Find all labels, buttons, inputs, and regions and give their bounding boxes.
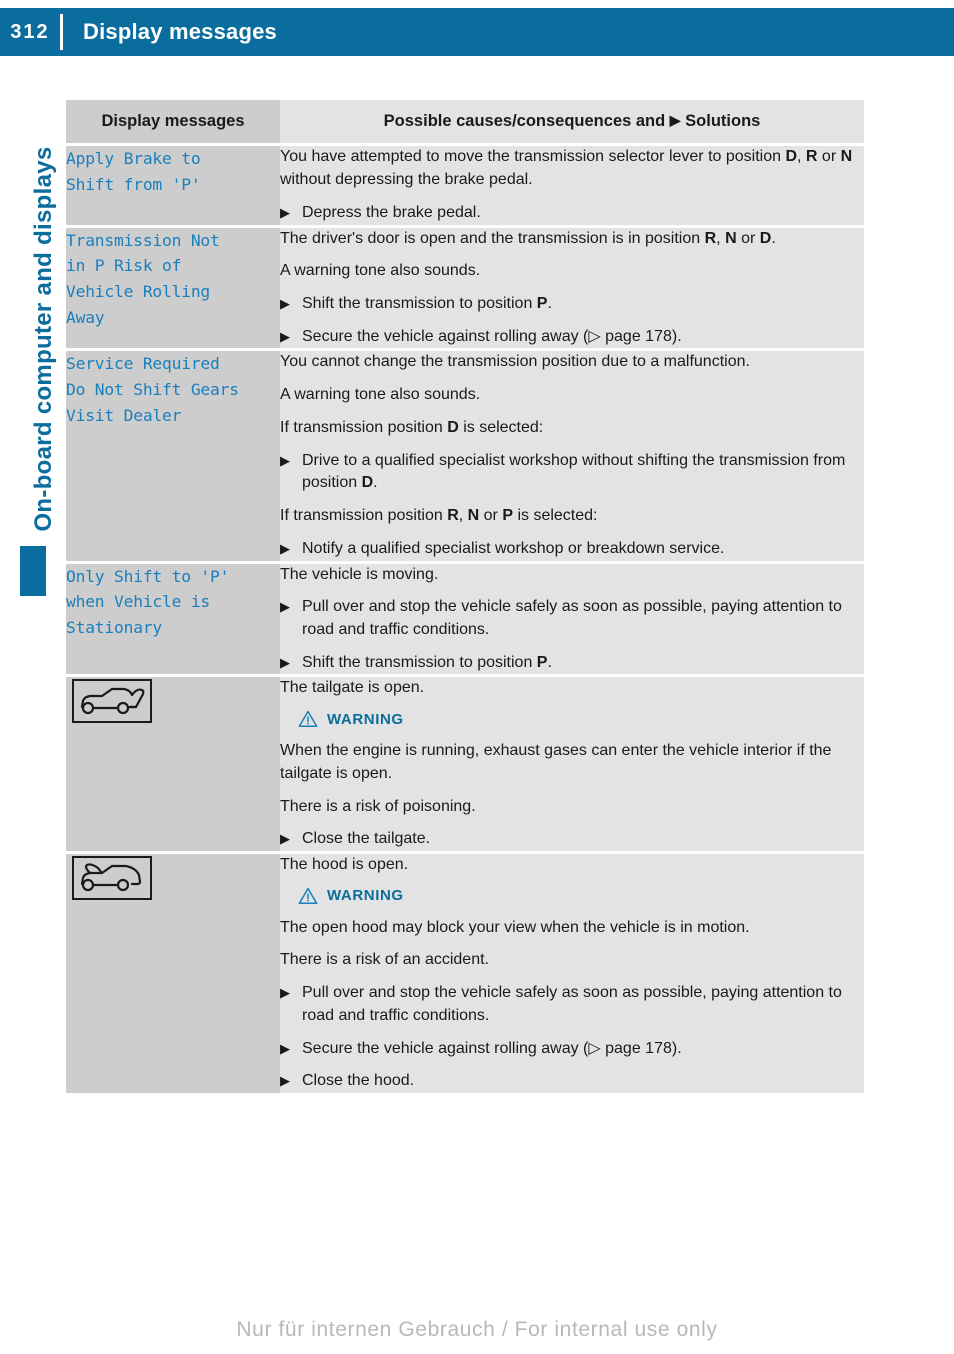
warning-triangle-icon: [298, 710, 318, 728]
causes-and-solutions-cell: The driver's door is open and the transm…: [280, 226, 864, 352]
solution-step: ▶ Notify a qualified specialist workshop …: [280, 538, 864, 561]
table-row: Service Required Do Not Shift Gears Visi…: [66, 349, 864, 564]
page-number: 312: [10, 20, 50, 43]
display-message-text: Transmission Not in P Risk of Vehicle Ro…: [66, 230, 220, 327]
chapter-tab-marker: [20, 546, 46, 596]
cause-paragraph: When the engine is running, exhaust gase…: [280, 742, 832, 782]
column-header-display-messages: Display messages: [66, 100, 280, 147]
table-row: Transmission Not in P Risk of Vehicle Ro…: [66, 226, 864, 352]
column-header-right-label: Possible causes/consequences and ▶ Solut…: [383, 112, 761, 130]
warning-notice-header: WARNING: [298, 710, 864, 728]
display-message-cell: [66, 852, 280, 1093]
cause-paragraph: You cannot change the transmission posit…: [280, 353, 750, 371]
display-message-text: Only Shift to 'P' when Vehicle is Statio…: [66, 566, 230, 637]
display-message-cell: Service Required Do Not Shift Gears Visi…: [66, 349, 280, 564]
cause-paragraph: If transmission position R, N or P is se…: [280, 507, 598, 525]
causes-and-solutions-cell: You have attempted to move the transmiss…: [280, 144, 864, 228]
warning-label: WARNING: [327, 710, 404, 728]
causes-and-solutions-cell: The hood is open. WARNING The open hood m…: [280, 852, 864, 1093]
solution-step: ▶ Pull over and stop the vehicle safely a…: [280, 598, 842, 638]
solution-arrow-icon: ▶: [280, 452, 290, 468]
cause-paragraph: The hood is open.: [280, 855, 409, 873]
solution-arrow-icon: ▶: [280, 540, 290, 556]
solution-step: ▶ Close the tailgate.: [280, 828, 864, 851]
column-header-left-label: Display messages: [101, 112, 245, 130]
solution-arrow-icon: ▶: [280, 296, 290, 312]
display-message-cell: Transmission Not in P Risk of Vehicle Ro…: [66, 226, 280, 352]
page-title: Display messages: [83, 19, 277, 44]
cause-paragraph: If transmission position D is selected:: [280, 418, 544, 436]
solution-step: ▶ Close the hood.: [280, 1070, 864, 1093]
display-message-cell: Only Shift to 'P' when Vehicle is Statio…: [66, 562, 280, 678]
solution-arrow-icon: ▶: [280, 831, 290, 847]
tailgate-open-icon: [72, 679, 152, 724]
solution-step: ▶ Secure the vehicle against rolling away…: [280, 326, 864, 349]
cause-paragraph: The open hood may block your view when t…: [280, 918, 750, 936]
solutions-arrow-icon: ▶: [669, 112, 681, 128]
solution-arrow-icon: ▶: [280, 328, 290, 344]
hood-open-icon: [72, 855, 152, 900]
column-header-solutions: Possible causes/consequences and ▶ Solut…: [280, 100, 864, 147]
cause-paragraph: The driver's door is open and the transm…: [280, 229, 776, 247]
warning-notice-header: WARNING: [298, 887, 864, 905]
solution-arrow-icon: ▶: [280, 1040, 290, 1056]
solution-step: ▶ Shift the transmission to position P.: [280, 652, 864, 675]
solution-arrow-icon: ▶: [280, 204, 290, 220]
cause-paragraph: You have attempted to move the transmiss…: [280, 148, 853, 189]
solution-step: ▶ Secure the vehicle against rolling away…: [280, 1038, 864, 1061]
table-row: Only Shift to 'P' when Vehicle is Statio…: [66, 562, 864, 678]
display-messages-table: Display messages Possible causes/consequ…: [66, 100, 864, 1093]
cause-paragraph: The tailgate is open.: [280, 679, 425, 697]
table-row: The hood is open. WARNING The open hood m…: [66, 852, 864, 1093]
cause-paragraph: The vehicle is moving.: [280, 565, 439, 583]
display-message-text: Service Required Do Not Shift Gears Visi…: [66, 354, 239, 425]
table-row: The tailgate is open. WARNING When the en…: [66, 675, 864, 854]
causes-and-solutions-cell: You cannot change the transmission posit…: [280, 349, 864, 564]
internal-use-notice: Nur für internen Gebrauch / For internal…: [236, 1318, 718, 1341]
solution-step: ▶ Depress the brake pedal.: [280, 202, 864, 225]
warning-triangle-icon: [298, 887, 318, 904]
display-message-cell: [66, 675, 280, 854]
solution-step: ▶ Shift the transmission to position P.: [280, 293, 864, 316]
solution-arrow-icon: ▶: [280, 599, 290, 615]
cause-paragraph: There is a risk of poisoning.: [280, 797, 476, 815]
cause-paragraph: A warning tone also sounds.: [280, 386, 481, 404]
cause-paragraph: There is a risk of an accident.: [280, 951, 489, 969]
chapter-side-label: On-board computer and displays: [30, 146, 57, 532]
display-message-text: Apply Brake to Shift from 'P': [66, 149, 201, 195]
page-header-bar: 312 Display messages: [0, 8, 954, 56]
table-row: Apply Brake to Shift from 'P' You have at…: [66, 144, 864, 228]
solution-arrow-icon: ▶: [280, 985, 290, 1001]
display-message-cell: Apply Brake to Shift from 'P': [66, 144, 280, 228]
warning-label: WARNING: [327, 887, 404, 905]
solution-arrow-icon: ▶: [280, 1073, 290, 1089]
cause-paragraph: A warning tone also sounds.: [280, 262, 481, 280]
solution-step: ▶ Drive to a qualified specialist worksho…: [280, 451, 846, 492]
solution-arrow-icon: ▶: [280, 654, 290, 670]
causes-and-solutions-cell: The tailgate is open. WARNING When the en…: [280, 675, 864, 854]
solution-step: ▶ Pull over and stop the vehicle safely a…: [280, 984, 842, 1024]
causes-and-solutions-cell: The vehicle is moving. ▶ Pull over and sto…: [280, 562, 864, 678]
table-header-row: Display messages Possible causes/consequ…: [66, 100, 864, 147]
